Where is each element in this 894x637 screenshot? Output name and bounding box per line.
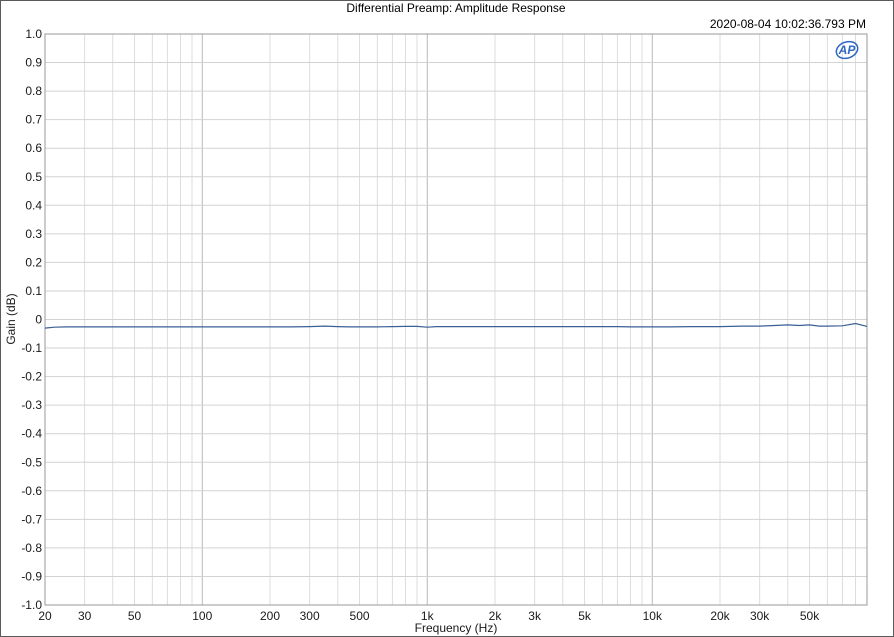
y-tick-label: -0.5: [21, 455, 42, 469]
timestamp: 2020-08-04 10:02:36.793 PM: [710, 17, 866, 31]
y-tick-label: -0.8: [21, 541, 42, 555]
x-tick-label: 100: [192, 609, 212, 623]
y-tick-label: 0.2: [25, 255, 42, 269]
y-axis-label: Gain (dB): [4, 293, 18, 344]
x-tick-label: 200: [260, 609, 280, 623]
chart-title: Differential Preamp: Amplitude Response: [346, 1, 566, 15]
y-tick-label: 0.8: [25, 84, 42, 98]
y-tick-label: -1.0: [21, 598, 42, 612]
x-tick-label: 50: [128, 609, 142, 623]
y-tick-label: 0.9: [25, 56, 42, 70]
y-tick-label: 1.0: [25, 27, 42, 41]
x-tick-label: 20k: [710, 609, 730, 623]
y-tick-label: -0.9: [21, 569, 42, 583]
x-tick-label: 10k: [643, 609, 663, 623]
x-tick-label: 50k: [800, 609, 820, 623]
y-tick-label: 0.5: [25, 170, 42, 184]
ap-logo-icon: AP: [835, 40, 859, 60]
x-tick-label: 3k: [528, 609, 542, 623]
plot-area: 20 30 50 100 200 300 500 1k 2k 3k 5k 10k 20k 30k 50k1.…: [21, 27, 868, 623]
x-tick-label: 30: [78, 609, 92, 623]
x-tick-label: 30k: [750, 609, 770, 623]
y-tick-label: -0.3: [21, 398, 42, 412]
y-tick-label: 0.1: [25, 284, 42, 298]
y-tick-label: -0.4: [21, 427, 42, 441]
x-tick-label: 5k: [578, 609, 592, 623]
y-tick-label: 0.6: [25, 141, 42, 155]
y-tick-label: 0: [35, 313, 42, 327]
y-tick-label: 0.3: [25, 227, 42, 241]
y-tick-label: -0.6: [21, 484, 42, 498]
x-tick-label: 300: [300, 609, 320, 623]
y-tick-label: 0.4: [25, 198, 42, 212]
amplitude-response-chart: Differential Preamp: Amplitude Response …: [4, 1, 868, 635]
ap-logo-text: AP: [838, 43, 857, 57]
y-tick-label: -0.1: [21, 341, 42, 355]
y-tick-label: -0.7: [21, 512, 42, 526]
y-tick-label: 0.7: [25, 113, 42, 127]
series-line: [44, 322, 868, 329]
y-tick-label: -0.2: [21, 370, 42, 384]
x-tick-label: 500: [350, 609, 370, 623]
x-axis-label: Frequency (Hz): [415, 621, 498, 635]
chart-window: Differential Preamp: Amplitude Response …: [0, 0, 894, 637]
